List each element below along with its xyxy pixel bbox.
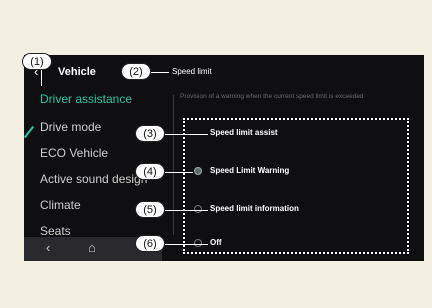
header: ‹ Vehicle <box>24 55 424 89</box>
callout-3-leader <box>165 134 208 135</box>
callout-1-leader <box>41 70 42 86</box>
radio-speed-limit-warning[interactable] <box>194 167 202 175</box>
sidebar-item-eco-vehicle[interactable]: ECO Vehicle <box>40 141 108 165</box>
options-highlight <box>183 118 409 254</box>
callout-5-leader <box>165 210 208 211</box>
sidebar-item-driver-assistance[interactable]: Driver assistance <box>40 87 132 111</box>
vehicle-settings-screen: ‹ Vehicle Speed limit Provision of a war… <box>24 55 424 261</box>
callout-6-leader <box>165 244 208 245</box>
sidebar-item-active-sound-design[interactable]: Active sound design <box>40 167 147 191</box>
callout-1: (1) <box>22 53 52 70</box>
option-speed-limit-assist[interactable]: Speed limit assist <box>210 128 278 137</box>
home-icon[interactable]: ⌂ <box>88 240 96 256</box>
callout-2-leader <box>151 72 169 73</box>
option-speed-limit-warning[interactable]: Speed Limit Warning <box>210 166 289 175</box>
sidebar-item-climate[interactable]: Climate <box>40 193 81 217</box>
callout-4-leader <box>165 172 193 173</box>
setting-description: Provision of a warning when the current … <box>180 93 364 100</box>
header-title: Vehicle <box>58 66 96 78</box>
callout-3: (3) <box>135 125 165 142</box>
option-off[interactable]: Off <box>210 238 222 247</box>
divider <box>173 95 174 235</box>
setting-title: Speed limit <box>172 67 212 76</box>
chevron-left-icon[interactable]: ‹ <box>46 240 50 256</box>
callout-6: (6) <box>135 235 165 252</box>
sidebar-item-drive-mode[interactable]: Drive mode <box>40 115 101 139</box>
radio-speed-limit-information[interactable] <box>194 205 202 213</box>
callout-5: (5) <box>135 201 165 218</box>
option-speed-limit-information[interactable]: Speed limit information <box>210 204 299 213</box>
radio-off[interactable] <box>194 239 202 247</box>
callout-2: (2) <box>121 63 151 80</box>
callout-4: (4) <box>135 163 165 180</box>
active-indicator <box>24 125 35 139</box>
